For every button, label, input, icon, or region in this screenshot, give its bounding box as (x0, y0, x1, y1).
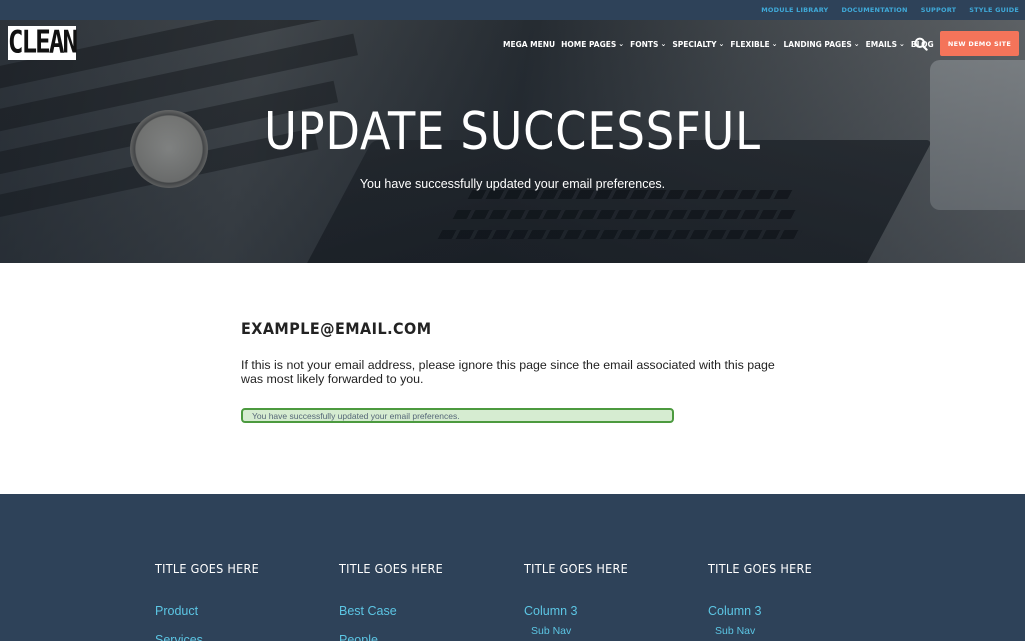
new-demo-site-button[interactable]: NEW DEMO SITE (940, 31, 1019, 56)
footer-link-column-3[interactable]: Column 3 (524, 604, 578, 618)
utility-link-documentation[interactable]: DOCUMENTATION (841, 6, 907, 14)
email-notice: If this is not your email address, pleas… (241, 358, 775, 386)
chevron-down-icon: ⌄ (898, 40, 905, 48)
utility-link-module-library[interactable]: MODULE LIBRARY (761, 6, 828, 14)
chevron-down-icon: ⌄ (618, 40, 625, 48)
main-nav: MEGA MENU HOME PAGES ⌄ FONTS ⌄ SPECIALTY ⌄ … (503, 40, 934, 49)
site-logo[interactable]: CLEAN (7, 25, 78, 61)
nav-item-flexible[interactable]: FLEXIBLE ⌄ (730, 40, 777, 49)
utility-link-style-guide[interactable]: STYLE GUIDE (969, 6, 1019, 14)
footer-column-title: TITLE GOES HERE (339, 561, 443, 576)
nav-item-landing-pages[interactable]: LANDING PAGES ⌄ (784, 40, 860, 49)
nav-item-home-pages[interactable]: HOME PAGES ⌄ (561, 40, 624, 49)
footer: TITLE GOES HERE Product Services TITLE G… (0, 494, 1025, 641)
footer-column-title: TITLE GOES HERE (708, 561, 812, 576)
chevron-down-icon: ⌄ (718, 40, 725, 48)
nav-item-mega-menu[interactable]: MEGA MENU (503, 40, 555, 49)
footer-sub-nav[interactable]: Sub Nav (715, 625, 755, 637)
footer-column-title: TITLE GOES HERE (524, 561, 628, 576)
utility-link-support[interactable]: SUPPORT (921, 6, 957, 14)
footer-column-title: TITLE GOES HERE (155, 561, 259, 576)
footer-link-best-case[interactable]: Best Case (339, 604, 397, 618)
footer-sub-nav[interactable]: Sub Nav (531, 625, 571, 637)
footer-link-column-3[interactable]: Column 3 (708, 604, 762, 618)
footer-link-services[interactable]: Services (155, 633, 203, 641)
logo-text: CLEAN (7, 25, 78, 61)
chevron-down-icon: ⌄ (771, 40, 778, 48)
page-title: UPDATE SUCCESSFUL (264, 102, 761, 162)
footer-link-people[interactable]: People (339, 633, 378, 641)
hero-banner: CLEAN MEGA MENU HOME PAGES ⌄ FONTS ⌄ SPECI… (0, 20, 1025, 263)
footer-link-product[interactable]: Product (155, 604, 198, 618)
success-message: You have successfully updated your email… (241, 408, 674, 423)
page-subtitle: You have successfully updated your email… (359, 177, 666, 191)
search-icon (914, 37, 928, 51)
chevron-down-icon: ⌄ (660, 40, 667, 48)
chevron-down-icon: ⌄ (853, 40, 860, 48)
search-button[interactable] (914, 37, 928, 51)
nav-item-fonts[interactable]: FONTS ⌄ (630, 40, 666, 49)
nav-item-emails[interactable]: EMAILS ⌄ (866, 40, 905, 49)
email-address: EXAMPLE@EMAIL.COM (241, 319, 432, 338)
nav-item-specialty[interactable]: SPECIALTY ⌄ (672, 40, 724, 49)
utility-bar: MODULE LIBRARY DOCUMENTATION SUPPORT STY… (0, 0, 1025, 20)
